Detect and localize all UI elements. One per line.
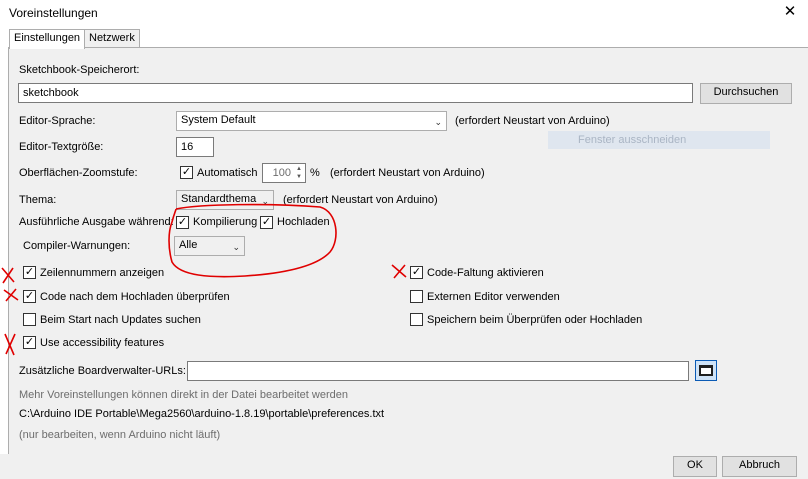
annotation-x-mark — [1, 267, 15, 284]
annotation-circle — [168, 203, 337, 278]
annotation-x-mark — [3, 288, 19, 302]
annotation-x-mark — [4, 333, 16, 356]
annotation-layer — [1, 203, 407, 356]
annotation-x-mark — [391, 264, 407, 279]
tab-einstellungen[interactable]: Einstellungen — [9, 29, 86, 49]
